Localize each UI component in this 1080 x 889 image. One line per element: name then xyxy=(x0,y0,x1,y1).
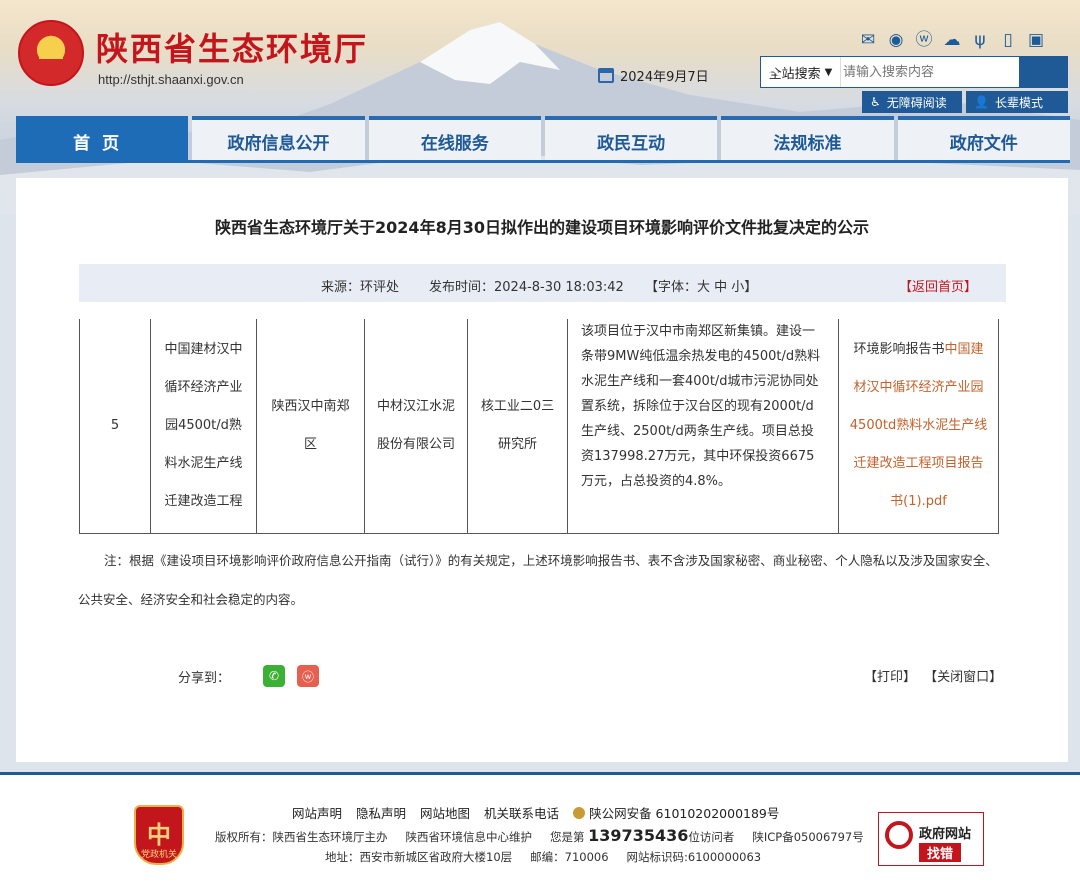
barrier-free-label: 无障碍阅读 xyxy=(886,95,947,110)
police-badge-icon xyxy=(573,807,586,819)
article-note: 注：根据《建设项目环境影响评价政府信息公开指南（试行）》的有关规定，上述环境影响… xyxy=(78,553,998,607)
wechat-icon[interactable]: ☁ xyxy=(942,30,962,50)
report-cell: 环境影响报告书中国建材汉中循环经济产业园4500td熟料水泥生产线迁建改造工程项… xyxy=(838,319,999,534)
address: 地址：西安市新城区省政府大楼10层 xyxy=(325,850,513,864)
footer-address-row: 地址：西安市新城区省政府大楼10层 邮编：710006 网站标识码:610000… xyxy=(325,849,761,865)
search-bar: 全站搜索 ▼ xyxy=(760,56,1068,88)
footer-copyright-row: 版权所有：陕西省生态环境厅主办 陕西省环境信息中心维护 您是第 13973543… xyxy=(215,826,864,845)
footer-link-sitemap[interactable]: 网站地图 xyxy=(420,803,470,822)
postcode: 邮编：710006 xyxy=(530,850,609,864)
report-prefix: 环境影响报告书 xyxy=(853,341,945,357)
footer-link-privacy[interactable]: 隐私声明 xyxy=(356,803,406,822)
site-footer: 中 党政机关 网站声明 隐私声明 网站地图 机关联系电话 陕公网安备 61010… xyxy=(0,772,1080,889)
nav-tab-interaction[interactable]: 政民互动 xyxy=(544,116,718,162)
gov-site-error-report[interactable]: 政府网站 找错 xyxy=(878,812,984,866)
project-location: 陕西汉中南郑区 xyxy=(256,319,365,534)
back-home-link[interactable]: 【返回首页】 xyxy=(899,276,977,295)
article-actions: 【打印】 【关闭窗口】 xyxy=(860,666,1002,685)
mail-icon[interactable]: ✉ xyxy=(858,30,878,50)
toutiao-icon[interactable]: ψ xyxy=(970,30,990,50)
nav-tab-online-service[interactable]: 在线服务 xyxy=(368,116,541,162)
wechat-share-icon[interactable]: ✆ xyxy=(263,665,286,687)
police-record[interactable]: 陕公网安备 61010202000189号 xyxy=(573,803,779,822)
gov-error-action: 找错 xyxy=(919,843,962,862)
site-id: 网站标识码:6100000063 xyxy=(626,850,762,864)
project-description: 该项目位于汉中市南郑区新集镇。建设一条带9MW纯低温余热发电的4500t/d熟料… xyxy=(567,319,839,534)
weibo-icon[interactable]: ⓦ xyxy=(914,30,934,50)
row-index: 5 xyxy=(79,319,151,534)
elderly-mode-button[interactable]: 👤 长辈模式 xyxy=(966,91,1068,113)
search-input[interactable] xyxy=(841,57,1019,87)
magnifier-icon xyxy=(885,821,913,849)
eia-unit: 核工业二0三研究所 xyxy=(467,319,568,534)
site-title[interactable]: 陕西省生态环境厅 xyxy=(96,24,368,70)
app-icon[interactable]: ▣ xyxy=(1026,30,1046,50)
font-size-switcher[interactable]: 【字体：大 中 小】 xyxy=(645,276,757,295)
article-meta-bar: 来源：环评处 发布时间：2024-8-30 18:03:42 【字体：大 中 小… xyxy=(79,264,1006,302)
date-text: 2024年9月7日 xyxy=(620,70,709,85)
party-gov-badge[interactable]: 中 党政机关 xyxy=(134,805,184,865)
article-source: 来源：环评处 xyxy=(321,280,400,295)
report-download-link[interactable]: 中国建材汉中循环经济产业园4500td熟料水泥生产线迁建改造工程项目报告书(1)… xyxy=(850,342,987,509)
project-table: 5 中国建材汉中循环经济产业园4500t/d熟料水泥生产线迁建改造工程 陕西汉中… xyxy=(79,319,999,534)
gov-error-title: 政府网站 xyxy=(919,827,972,842)
nav-tab-home[interactable]: 首页 xyxy=(16,116,189,162)
project-name: 中国建材汉中循环经济产业园4500t/d熟料水泥生产线迁建改造工程 xyxy=(150,319,257,534)
close-window-button[interactable]: 【关闭窗口】 xyxy=(924,670,1002,685)
calendar-icon xyxy=(598,68,614,83)
maintainer: 陕西省环境信息中心维护 xyxy=(405,830,533,844)
visitor-counter: 您是第 139735436位访问者 xyxy=(550,826,735,845)
nav-tab-gov-info[interactable]: 政府信息公开 xyxy=(192,116,365,162)
footer-link-statement[interactable]: 网站声明 xyxy=(292,803,342,822)
current-date: 2024年9月7日 xyxy=(598,66,709,85)
barrier-free-button[interactable]: ♿ 无障碍阅读 xyxy=(862,91,962,113)
search-icon xyxy=(761,57,780,76)
search-button[interactable] xyxy=(761,57,1067,87)
site-url: http://sthjt.shaanxi.gov.cn xyxy=(98,72,244,87)
article-publish-time: 发布时间：2024-8-30 18:03:42 xyxy=(429,280,624,295)
main-nav: 首页 政府信息公开 在线服务 政民互动 法规标准 政府文件 xyxy=(16,116,1070,162)
message-icon[interactable]: ◉ xyxy=(886,30,906,50)
footer-link-contact[interactable]: 机关联系电话 xyxy=(484,803,559,822)
party-badge-label: 党政机关 xyxy=(140,850,177,860)
top-icon-bar: ✉ ◉ ⓦ ☁ ψ ▯ ▣ xyxy=(858,30,1046,50)
article-title: 陕西省生态环境厅关于2024年8月30日拟作出的建设项目环境影响评价文件批复决定… xyxy=(215,218,869,237)
footer-links: 网站声明 隐私声明 网站地图 机关联系电话 陕公网安备 610102020001… xyxy=(292,803,779,822)
nav-divider xyxy=(16,160,1070,163)
wheelchair-icon: ♿ xyxy=(870,95,881,109)
weibo-share-icon[interactable]: ⓦ xyxy=(297,665,320,687)
mobile-icon[interactable]: ▯ xyxy=(998,30,1018,50)
elderly-mode-label: 长辈模式 xyxy=(994,95,1043,110)
share-bar: 分享到： ✆ ⓦ xyxy=(178,665,331,687)
national-emblem-logo[interactable]: ★ xyxy=(18,20,84,86)
article-container: 陕西省生态环境厅关于2024年8月30日拟作出的建设项目环境影响评价文件批复决定… xyxy=(16,178,1068,762)
print-button[interactable]: 【打印】 xyxy=(864,670,916,685)
share-label: 分享到： xyxy=(178,670,231,686)
elder-icon: 👤 xyxy=(974,95,989,109)
copyright: 版权所有：陕西省生态环境厅主办 xyxy=(215,830,388,844)
chevron-down-icon: ▼ xyxy=(824,66,833,78)
icp-record[interactable]: 陕ICP备05006797号 xyxy=(752,829,863,845)
nav-tab-regulations[interactable]: 法规标准 xyxy=(721,116,894,162)
construction-unit: 中材汉江水泥股份有限公司 xyxy=(364,319,468,534)
nav-tab-gov-docs[interactable]: 政府文件 xyxy=(897,116,1070,162)
table-row: 5 中国建材汉中循环经济产业园4500t/d熟料水泥生产线迁建改造工程 陕西汉中… xyxy=(79,319,999,534)
